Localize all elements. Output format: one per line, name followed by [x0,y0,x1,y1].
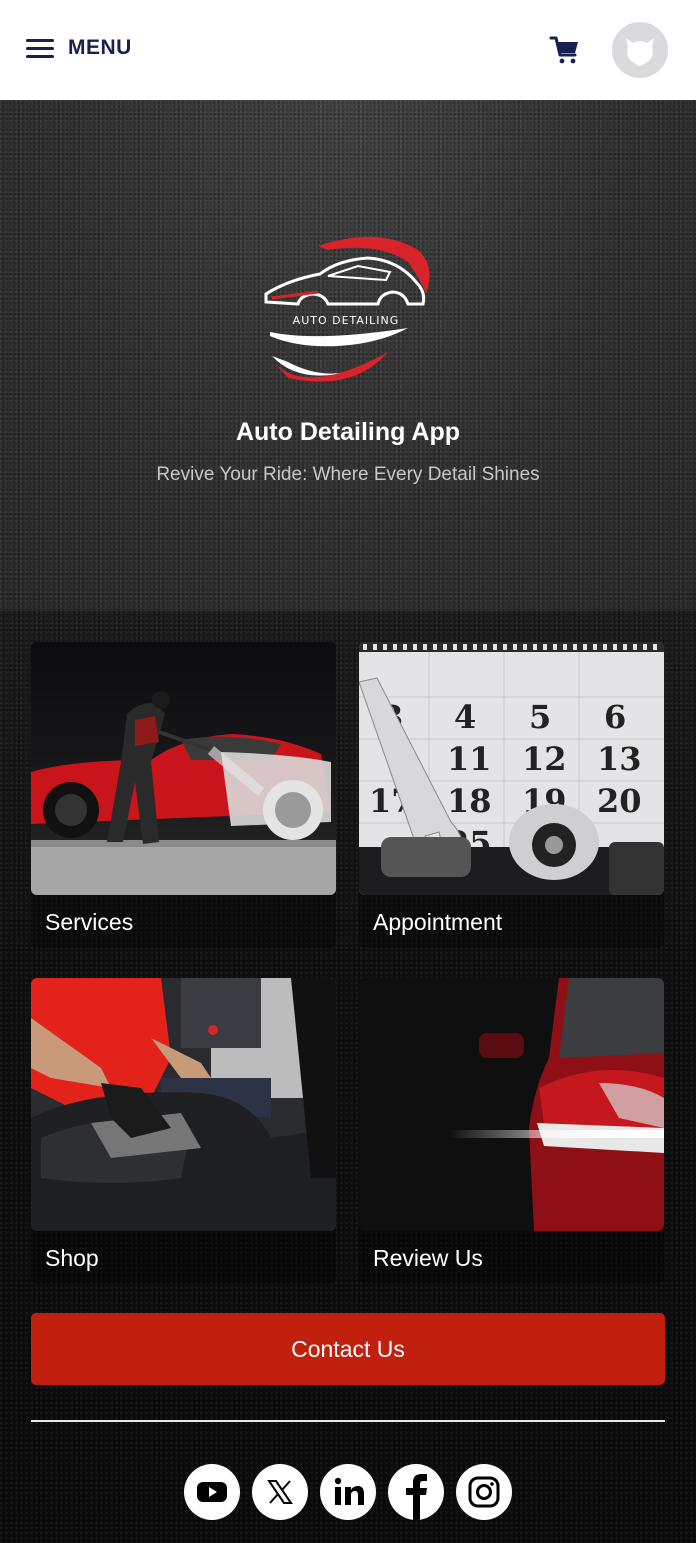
app-title: Auto Detailing App [235,418,461,446]
svg-text:18: 18 [447,782,492,820]
youtube-icon [197,1482,227,1502]
facebook-link[interactable] [388,1464,444,1520]
social-links [184,1464,512,1520]
svg-text:6: 6 [604,698,626,736]
svg-text:13: 13 [597,740,642,778]
tile-label: Review Us [373,1245,483,1271]
facebook-icon [406,1474,427,1520]
linkedin-icon [334,1477,364,1505]
x-twitter-icon [267,1480,293,1504]
calendar-with-wrench-photo: 3456 111213 17181920 25 [359,642,664,895]
svg-text:20: 20 [597,782,642,820]
top-header: MENU [0,0,696,100]
hamburger-icon [26,37,54,59]
tile-label: Services [45,909,134,935]
cart-icon [549,36,578,64]
svg-text:AUTO DETAILING: AUTO DETAILING [293,314,400,327]
red-car-headlight-photo [359,978,664,1231]
tile-label: Shop [45,1245,99,1271]
hero-banner: AUTO DETAILING Auto Detailing App Revive… [0,100,696,611]
app-tagline: Revive Your Ride: Where Every Detail Shi… [156,464,540,485]
contact-us-button[interactable]: Contact Us [31,1313,665,1385]
interior-seat-cleaning-photo [31,978,336,1231]
svg-text:11: 11 [447,740,492,778]
tile-appointment[interactable]: 3456 111213 17181920 25 Appointment [359,642,664,948]
tile-review-us[interactable]: Review Us [359,978,664,1284]
car-foam-wash-photo [31,642,336,895]
cart-button[interactable] [549,34,581,66]
instagram-link[interactable] [456,1464,512,1520]
footer-divider [31,1420,665,1422]
main-content: Services 4 5 6 11 12 13 17 18 19 20 Appo… [0,611,696,1543]
svg-text:12: 12 [522,740,567,778]
linkedin-link[interactable] [320,1464,376,1520]
svg-text:4: 4 [454,698,476,736]
user-avatar-icon [626,38,654,66]
menu-label: MENU [68,36,132,59]
user-avatar[interactable] [612,22,668,78]
auto-detailing-logo: AUTO DETAILING [264,236,430,382]
tile-services[interactable]: Services [31,642,336,948]
tile-shop[interactable]: Shop [31,978,336,1284]
tile-label: Appointment [373,909,503,935]
menu-button[interactable]: MENU [26,36,132,60]
x-twitter-link[interactable] [252,1464,308,1520]
instagram-icon [468,1476,500,1508]
youtube-link[interactable] [184,1464,240,1520]
svg-text:5: 5 [529,698,551,736]
